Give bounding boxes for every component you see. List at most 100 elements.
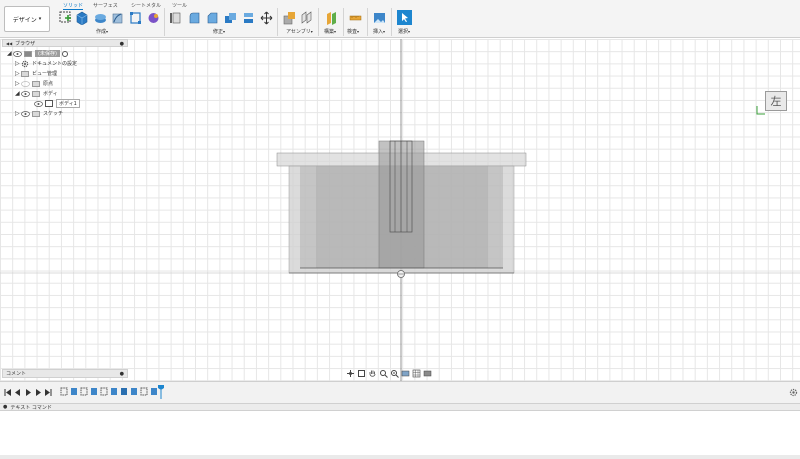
workspace-caret: ▾ — [38, 16, 42, 22]
timeline-extrude-icon[interactable] — [130, 387, 138, 396]
workspace-switcher[interactable]: デザイン ▾ — [4, 6, 50, 32]
timeline-extrude-icon[interactable] — [90, 387, 98, 396]
look-at-icon[interactable] — [357, 369, 366, 378]
sweep-icon[interactable] — [111, 11, 124, 25]
browser-pin-icon[interactable]: ● — [120, 41, 124, 47]
offset-plane-icon[interactable] — [325, 11, 338, 25]
timeline-sketch-icon[interactable] — [60, 387, 68, 396]
group-label-select[interactable]: 選択▾ — [398, 28, 410, 35]
press-pull-icon[interactable] — [170, 11, 183, 25]
timeline-extrude-icon[interactable] — [110, 387, 118, 396]
browser-item-named-views[interactable]: ▷ ビュー管理 — [15, 69, 57, 78]
display-settings-icon[interactable] — [401, 369, 410, 378]
timeline — [0, 381, 800, 403]
comments-title: コメント — [6, 371, 27, 377]
toolbar-separator — [318, 8, 319, 36]
browser-title: ブラウザ — [15, 40, 36, 47]
fillet-icon[interactable] — [188, 11, 201, 25]
timeline-settings-gear-icon[interactable] — [789, 388, 798, 397]
eye-icon[interactable] — [21, 110, 30, 117]
tab-tools[interactable]: ツール — [172, 2, 187, 9]
workspace-label: デザイン — [12, 16, 37, 24]
extrude-icon[interactable] — [75, 11, 88, 25]
eye-off-icon[interactable] — [21, 80, 30, 87]
group-label-construct[interactable]: 構築▾ — [324, 28, 336, 35]
group-label-inspect[interactable]: 検査▾ — [347, 28, 359, 35]
viewcube[interactable]: 左 — [765, 91, 787, 111]
group-label-insert[interactable]: 挿入▾ — [373, 28, 385, 35]
step-forward-icon[interactable] — [34, 388, 42, 397]
group-select-text: 選択 — [398, 29, 409, 35]
go-to-end-icon[interactable] — [44, 388, 52, 397]
insert-image-icon[interactable] — [373, 11, 386, 25]
text-commands-output[interactable] — [0, 411, 800, 455]
toolbar: デザイン ▾ ソリッド サーフェス シートメタル ツール 作成▾ 修正▾ アセン… — [0, 0, 800, 38]
comments-pin-icon[interactable]: ● — [120, 371, 124, 377]
browser-item-bodies[interactable]: ◢ ボディ — [15, 89, 58, 98]
loft-icon[interactable] — [129, 11, 142, 25]
joint-icon[interactable] — [300, 11, 313, 25]
timeline-sketch-icon[interactable] — [140, 387, 148, 396]
group-modify-caret: ▾ — [223, 29, 226, 34]
create-form-icon[interactable] — [147, 11, 160, 25]
zoom-icon[interactable] — [379, 369, 388, 378]
timeline-extrude-icon[interactable] — [120, 387, 128, 396]
comments-panel[interactable]: コメント ● — [2, 369, 128, 378]
measure-icon[interactable] — [349, 11, 362, 25]
browser-item-origin[interactable]: ▷ 原点 — [15, 79, 53, 88]
browser-header[interactable]: ◀◀ ブラウザ ● — [2, 39, 128, 47]
grid-settings-icon[interactable] — [412, 369, 421, 378]
text-commands-collapse-icon[interactable]: ● — [3, 404, 7, 410]
folder-icon — [32, 90, 40, 97]
navigation-bar — [346, 368, 452, 379]
new-sketch-icon[interactable] — [59, 11, 72, 25]
tab-solid[interactable]: ソリッド — [63, 2, 84, 10]
timeline-sketch-icon[interactable] — [100, 387, 108, 396]
combine-icon[interactable] — [242, 11, 255, 25]
go-to-start-icon[interactable] — [4, 388, 12, 397]
browser-item-sketches[interactable]: ▷ スケッチ — [15, 109, 63, 118]
eye-icon[interactable] — [13, 50, 22, 57]
select-icon[interactable] — [397, 10, 412, 25]
named-views-label: ビュー管理 — [32, 71, 58, 77]
group-label-modify[interactable]: 修正▾ — [213, 28, 225, 35]
play-icon[interactable] — [24, 388, 32, 397]
tab-surface[interactable]: サーフェス — [93, 2, 118, 9]
browser-root-node[interactable]: ◢ (未保存) — [7, 49, 68, 58]
timeline-marker-icon[interactable] — [158, 385, 164, 399]
activate-target-icon[interactable] — [61, 50, 68, 57]
shell-icon[interactable] — [224, 11, 237, 25]
timeline-extrude-icon[interactable] — [70, 387, 78, 396]
group-construct-text: 構築 — [324, 29, 335, 35]
viewports-icon[interactable] — [423, 369, 432, 378]
bodies-label: ボディ — [43, 91, 58, 97]
step-back-icon[interactable] — [14, 388, 22, 397]
eye-icon[interactable] — [21, 90, 30, 97]
doc-settings-label: ドキュメントの設定 — [32, 61, 78, 67]
group-inspect-text: 検査 — [347, 29, 358, 35]
document-icon — [24, 50, 32, 57]
group-label-assembly[interactable]: アセンブリ▾ — [286, 28, 313, 35]
root-label[interactable]: (未保存) — [35, 50, 60, 57]
browser-collapse-icon[interactable]: ◀◀ — [6, 41, 12, 46]
pan-hand-icon[interactable] — [368, 369, 377, 378]
browser-item-doc-settings[interactable]: ▷ ドキュメントの設定 — [15, 59, 77, 68]
group-inspect-caret: ▾ — [357, 29, 360, 34]
group-label-create[interactable]: 作成▾ — [96, 28, 108, 35]
timeline-extrude-icon[interactable] — [150, 387, 158, 396]
revolve-icon[interactable] — [94, 11, 107, 25]
chamfer-icon[interactable] — [206, 11, 219, 25]
folder-icon — [32, 110, 40, 117]
text-commands-header[interactable]: ● テキスト コマンド — [0, 403, 800, 411]
group-assembly-caret: ▾ — [310, 29, 313, 34]
eye-icon[interactable] — [34, 100, 43, 107]
new-component-icon[interactable] — [283, 11, 296, 25]
timeline-sketch-icon[interactable] — [80, 387, 88, 396]
zoom-window-icon[interactable] — [390, 369, 399, 378]
tab-sheet-metal[interactable]: シートメタル — [131, 2, 161, 9]
move-icon[interactable] — [260, 11, 273, 25]
body1-label: ボディ1 — [56, 99, 80, 108]
viewcube-face-label: 左 — [770, 95, 782, 108]
browser-item-body1[interactable]: ボディ1 — [34, 99, 80, 108]
orbit-icon[interactable] — [346, 369, 355, 378]
